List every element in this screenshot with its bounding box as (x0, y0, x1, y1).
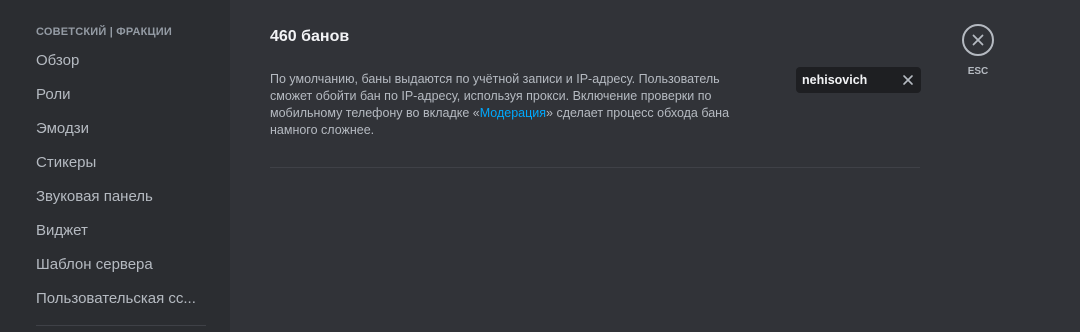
content-divider (270, 167, 920, 168)
sidebar-item-roles[interactable]: Роли (28, 80, 210, 114)
bans-description: По умолчанию, баны выдаются по учётной з… (270, 71, 750, 139)
sidebar-item-soundboard[interactable]: Звуковая панель (28, 182, 210, 216)
close-circle-icon[interactable] (962, 24, 994, 56)
esc-label: ESC (967, 66, 989, 77)
sidebar-item-widget[interactable]: Виджет (28, 216, 210, 250)
sidebar-item-server-template[interactable]: Шаблон сервера (28, 250, 210, 284)
settings-window: СОВЕТСКИЙ | ФРАКЦИИ Обзор Роли Эмодзи Ст… (0, 0, 1080, 332)
moderation-link[interactable]: Модерация (480, 106, 546, 120)
ban-search-box (796, 67, 921, 93)
sidebar-item-stickers[interactable]: Стикеры (28, 148, 210, 182)
close-area: ESC (960, 24, 996, 77)
close-icon[interactable] (901, 73, 915, 87)
description-row: По умолчанию, баны выдаются по учётной з… (270, 67, 921, 139)
ban-search-input[interactable] (802, 73, 901, 87)
sidebar-item-custom-invite-link[interactable]: Пользовательская сс... (28, 284, 210, 318)
sidebar-section-header: СОВЕТСКИЙ | ФРАКЦИИ (36, 26, 172, 38)
sidebar-item-emoji[interactable]: Эмодзи (28, 114, 210, 148)
sidebar-divider (36, 325, 206, 326)
bans-content: 460 банов По умолчанию, баны выдаются по… (230, 0, 921, 332)
page-title: 460 банов (270, 28, 350, 45)
settings-sidebar: СОВЕТСКИЙ | ФРАКЦИИ Обзор Роли Эмодзи Ст… (0, 0, 230, 332)
sidebar-item-overview[interactable]: Обзор (28, 46, 210, 80)
